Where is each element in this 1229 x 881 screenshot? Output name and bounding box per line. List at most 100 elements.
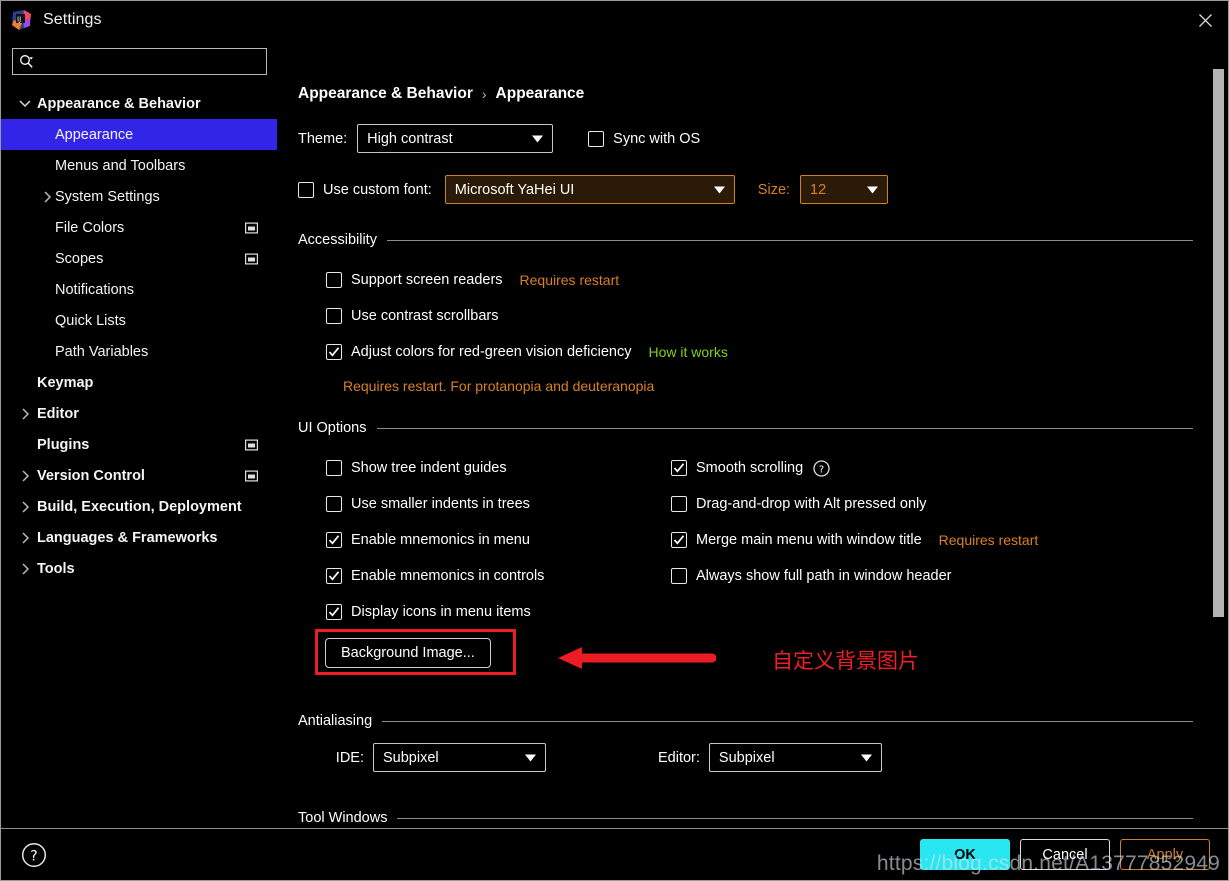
section-divider [376, 427, 1193, 429]
sidebar-item-keymap[interactable]: Keymap [1, 367, 277, 398]
checkbox-box [671, 568, 687, 584]
sidebar-item-system-settings[interactable]: System Settings [1, 181, 277, 212]
question-circle-icon[interactable]: ? [813, 459, 830, 477]
theme-select-value: High contrast [367, 130, 453, 147]
sidebar-item-editor[interactable]: Editor [1, 398, 277, 429]
main-scrollbar-track[interactable] [1210, 39, 1228, 828]
search-input[interactable] [34, 49, 260, 74]
requires-restart-note: Requires restart [519, 272, 620, 288]
how-it-works-link[interactable]: How it works [648, 344, 727, 360]
option-row: Show tree indent guides [326, 450, 544, 486]
apply-button[interactable]: Apply [1120, 839, 1210, 870]
sidebar-item-label: Appearance & Behavior [37, 95, 201, 112]
settings-dialog: IJ Settings Appearance & Behavior Appear… [0, 0, 1229, 881]
checkbox-drag-and-drop-with-alt-pressed-only[interactable]: Drag-and-drop with Alt pressed only [671, 496, 927, 512]
chevron-right-icon [17, 562, 33, 575]
section-divider [397, 817, 1193, 819]
theme-row: Theme: High contrast Sync with OS [298, 124, 1228, 153]
left-arrow-annotation-icon [558, 647, 716, 669]
chevron-right-icon [17, 407, 33, 420]
antialiasing-section-header: Antialiasing [298, 713, 1193, 729]
sidebar-item-label: Plugins [37, 436, 90, 453]
sidebar-item-label: File Colors [55, 219, 125, 236]
editor-antialiasing-label: Editor: [658, 749, 700, 766]
sidebar-item-label: Path Variables [55, 343, 149, 360]
checkbox-display-icons-in-menu-items[interactable]: Display icons in menu items [326, 604, 531, 620]
checkbox-adjust-colors-for-red-green-vision-deficiency[interactable]: Adjust colors for red-green vision defic… [326, 344, 631, 360]
ide-antialiasing-select[interactable]: Subpixel [373, 743, 546, 772]
question-circle-icon: ? [21, 842, 47, 867]
svg-text:?: ? [819, 464, 824, 475]
checkbox-box [326, 496, 342, 512]
sync-with-os-checkbox[interactable]: Sync with OS [588, 130, 700, 147]
sidebar-item-label: Tools [37, 560, 75, 577]
checkbox-label: Support screen readers [351, 272, 503, 288]
checkbox-support-screen-readers[interactable]: Support screen readers [326, 272, 503, 288]
sidebar-item-languages-frameworks[interactable]: Languages & Frameworks [1, 522, 277, 553]
use-custom-font-checkbox[interactable]: Use custom font: [298, 181, 432, 198]
checkbox-label: Display icons in menu items [351, 604, 531, 620]
checkbox-checked-icon [326, 568, 342, 584]
sidebar-item-appearance[interactable]: Appearance [1, 119, 277, 150]
editor-antialiasing-select[interactable]: Subpixel [708, 743, 882, 772]
font-size-label: Size: [757, 181, 791, 198]
window-title: Settings [43, 11, 102, 28]
sidebar-item-path-variables[interactable]: Path Variables [1, 336, 277, 367]
font-family-select[interactable]: Microsoft YaHei UI [444, 175, 735, 204]
checkbox-checked-icon [671, 532, 687, 548]
checkbox-label: Drag-and-drop with Alt pressed only [696, 496, 927, 512]
checkbox-always-show-full-path-in-window-header[interactable]: Always show full path in window header [671, 568, 952, 584]
section-divider [382, 720, 1193, 722]
checkbox-label: Adjust colors for red-green vision defic… [351, 344, 632, 360]
ui-options-columns: Show tree indent guides Use smaller inden… [298, 450, 1228, 632]
section-divider [386, 239, 1193, 241]
checkbox-label: Smooth scrolling [696, 460, 804, 476]
checkbox-box [326, 308, 342, 324]
sidebar-item-appearance-behavior[interactable]: Appearance & Behavior [1, 88, 277, 119]
breadcrumb-parent[interactable]: Appearance & Behavior [298, 85, 473, 103]
search-box[interactable] [12, 48, 267, 75]
checkbox-smooth-scrolling[interactable]: Smooth scrolling [671, 460, 803, 476]
checkbox-merge-main-menu-with-window-title[interactable]: Merge main menu with window title [671, 532, 922, 548]
theme-label: Theme: [298, 130, 348, 147]
checkbox-enable-mnemonics-in-controls[interactable]: Enable mnemonics in controls [326, 568, 544, 584]
checkbox-box [326, 460, 342, 476]
help-button[interactable]: ? [21, 842, 47, 868]
option-row: Use contrast scrollbars [326, 298, 1228, 334]
sidebar-item-label: Languages & Frameworks [37, 529, 218, 546]
sidebar-item-notifications[interactable]: Notifications [1, 274, 277, 305]
antialiasing-row: IDE: Subpixel Editor: Subpixel [298, 743, 1228, 772]
close-icon[interactable] [1182, 1, 1228, 39]
font-size-select[interactable]: 12 [800, 175, 889, 204]
sidebar-item-version-control[interactable]: Version Control [1, 460, 277, 491]
checkbox-use-contrast-scrollbars[interactable]: Use contrast scrollbars [326, 308, 498, 324]
main-scrollbar-thumb[interactable] [1213, 69, 1224, 617]
sidebar-item-file-colors[interactable]: File Colors [1, 212, 277, 243]
font-size-value: 12 [810, 181, 827, 198]
sidebar-item-quick-lists[interactable]: Quick Lists [1, 305, 277, 336]
sidebar-item-plugins[interactable]: Plugins [1, 429, 277, 460]
svg-text:?: ? [30, 848, 37, 864]
accessibility-section-header: Accessibility [298, 232, 1193, 248]
sidebar-item-label: Scopes [55, 250, 104, 267]
sidebar-item-menus-and-toolbars[interactable]: Menus and Toolbars [1, 150, 277, 181]
theme-select[interactable]: High contrast [357, 124, 554, 153]
sidebar-item-scopes[interactable]: Scopes [1, 243, 277, 274]
ui-options-right-column: Smooth scrolling? Drag-and-drop with Alt … [671, 450, 1038, 594]
checkbox-enable-mnemonics-in-menu[interactable]: Enable mnemonics in menu [326, 532, 530, 548]
chevron-down-icon [532, 135, 544, 142]
settings-tree: Appearance & Behavior Appearance Menus and… [1, 85, 277, 584]
checkbox-checked-icon [326, 344, 342, 360]
checkbox-show-tree-indent-guides[interactable]: Show tree indent guides [326, 460, 507, 476]
checkbox-use-smaller-indents-in-trees[interactable]: Use smaller indents in trees [326, 496, 530, 512]
background-image-button[interactable]: Background Image... [325, 638, 491, 668]
sidebar-item-build-execution-deployment[interactable]: Build, Execution, Deployment [1, 491, 277, 522]
chevron-down-icon [713, 186, 725, 193]
cancel-button[interactable]: Cancel [1020, 839, 1110, 870]
intellij-idea-logo-icon: IJ [11, 9, 33, 31]
dialog-body: Appearance & Behavior Appearance Menus and… [1, 39, 1228, 828]
ok-button[interactable]: OK [920, 839, 1010, 870]
search-icon [19, 54, 34, 69]
checkbox-label: Always show full path in window header [696, 568, 952, 584]
sidebar-item-tools[interactable]: Tools [1, 553, 277, 584]
